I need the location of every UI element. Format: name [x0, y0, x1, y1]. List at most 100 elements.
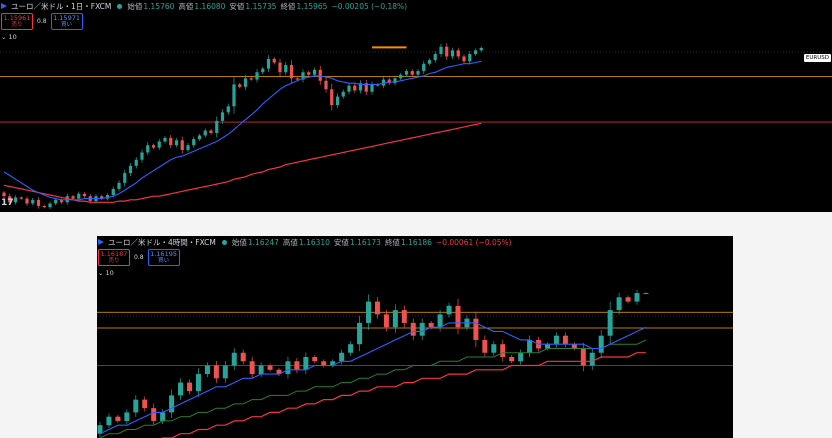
- candle-body: [318, 69, 322, 81]
- candle-body: [404, 71, 409, 75]
- candle-body: [54, 199, 58, 204]
- ohlc-open-value: 1.15760: [143, 1, 175, 11]
- buy-button[interactable]: 1.16195 買い: [147, 249, 180, 266]
- candle-body: [462, 56, 466, 62]
- candle-body: [399, 74, 403, 79]
- candle-body: [491, 344, 497, 353]
- candle-body: [473, 50, 478, 55]
- candle-body: [392, 310, 398, 328]
- candle-body: [151, 145, 156, 148]
- h4-header: ユーロ／米ドル・4時間・FXCM 始値 1.16247 高値 1.16310 安値 1…: [97, 236, 512, 248]
- candle-body: [106, 416, 112, 426]
- h4-chart-svg[interactable]: [97, 236, 733, 438]
- candle-body: [571, 344, 577, 349]
- watermark-text: 17: [1, 198, 14, 208]
- candle-body: [231, 352, 237, 366]
- candle-body: [401, 310, 407, 323]
- ohlc-close-label: 終値: [384, 237, 400, 247]
- candle-body: [348, 344, 354, 353]
- candle-body: [19, 197, 23, 199]
- candle-body: [261, 68, 265, 73]
- candle-body: [160, 412, 166, 421]
- candle-body: [13, 197, 18, 203]
- ohlc-high-label: 高値: [282, 237, 298, 247]
- candle-body: [445, 46, 449, 57]
- candle-body: [616, 297, 622, 311]
- candle-body: [324, 80, 328, 90]
- candle-body: [220, 112, 225, 121]
- sell-label: 売り: [108, 258, 120, 264]
- sell-price: 1.16187: [100, 250, 128, 258]
- candle-body: [439, 46, 443, 55]
- candle-body: [527, 339, 533, 353]
- candle-body: [180, 140, 184, 151]
- candle-body: [433, 54, 437, 61]
- candle-body: [272, 58, 276, 63]
- candle-body: [146, 145, 150, 153]
- candle-body: [187, 382, 192, 392]
- candle-body: [353, 85, 357, 91]
- ohlc-open-label: 始値: [127, 1, 143, 11]
- candle-body: [140, 152, 144, 160]
- candle-body: [312, 357, 318, 362]
- candle-body: [117, 182, 121, 189]
- candle-body: [383, 314, 389, 328]
- ohlc-low-value: 1.15735: [245, 1, 277, 11]
- candle-body: [295, 78, 299, 80]
- candle-body: [71, 196, 75, 199]
- h4-title[interactable]: ユーロ／米ドル・4時間・FXCM: [108, 237, 216, 248]
- ohlc-high-value: 1.16080: [194, 1, 226, 11]
- candle-body: [284, 64, 288, 73]
- candle-body: [278, 62, 282, 73]
- spread-value: 0.8: [134, 254, 144, 261]
- market-open-icon: [221, 239, 227, 245]
- buy-label: 買い: [61, 22, 73, 28]
- candle-body: [151, 408, 157, 421]
- candle-body: [169, 395, 175, 413]
- indicator-toggle[interactable]: ⌄ 10: [1, 33, 17, 41]
- indicator-toggle[interactable]: ⌄ 10: [98, 269, 114, 277]
- candle-body: [111, 188, 115, 195]
- ohlc-close-value: 1.15965: [296, 1, 328, 11]
- buy-button[interactable]: 1.15971 買い: [50, 13, 83, 30]
- candle-body: [553, 335, 559, 345]
- daily-chart-svg[interactable]: [0, 0, 832, 212]
- candle-body: [312, 69, 317, 75]
- candle-body: [419, 322, 425, 336]
- daily-header: ユーロ／米ドル・1日・FXCM 始値 1.15760 高値 1.16080 安値 1.…: [0, 0, 407, 12]
- candle-body: [213, 365, 219, 379]
- candle-body: [455, 305, 461, 328]
- candle-body: [232, 84, 236, 107]
- candle-body: [366, 301, 371, 323]
- price-change: −0.00205 (−0.18%): [331, 1, 408, 11]
- ohlc-high-label: 高値: [178, 1, 194, 11]
- candle-body: [468, 54, 472, 62]
- sell-label: 売り: [11, 22, 23, 28]
- candle-body: [197, 135, 202, 140]
- candle-body: [598, 335, 604, 353]
- ohlc-low-label: 安値: [333, 237, 349, 247]
- candle-body: [186, 145, 190, 151]
- candle-body: [335, 96, 340, 106]
- flag-icon: [98, 238, 106, 246]
- sell-price: 1.15961: [3, 14, 31, 22]
- candle-body: [347, 85, 351, 92]
- sell-button[interactable]: 1.15961 売り: [1, 13, 33, 30]
- candle-body: [450, 50, 455, 57]
- symbol-axis-label: EURUSD: [803, 54, 831, 62]
- candle-body: [643, 293, 649, 295]
- candle-body: [249, 78, 253, 80]
- buy-label: 買い: [158, 258, 170, 264]
- candle-body: [267, 365, 273, 370]
- candle-body: [169, 137, 173, 146]
- candle-body: [238, 84, 242, 87]
- candle-body: [226, 106, 230, 113]
- candle-body: [446, 305, 452, 315]
- sell-button[interactable]: 1.16187 売り: [98, 249, 130, 266]
- candle-body: [545, 344, 550, 349]
- ohlc-open-value: 1.16247: [247, 237, 279, 247]
- candle-body: [294, 361, 300, 370]
- candle-body: [134, 159, 138, 166]
- daily-title[interactable]: ユーロ／米ドル・1日・FXCM: [11, 1, 111, 12]
- ohlc-close-label: 終値: [280, 1, 296, 11]
